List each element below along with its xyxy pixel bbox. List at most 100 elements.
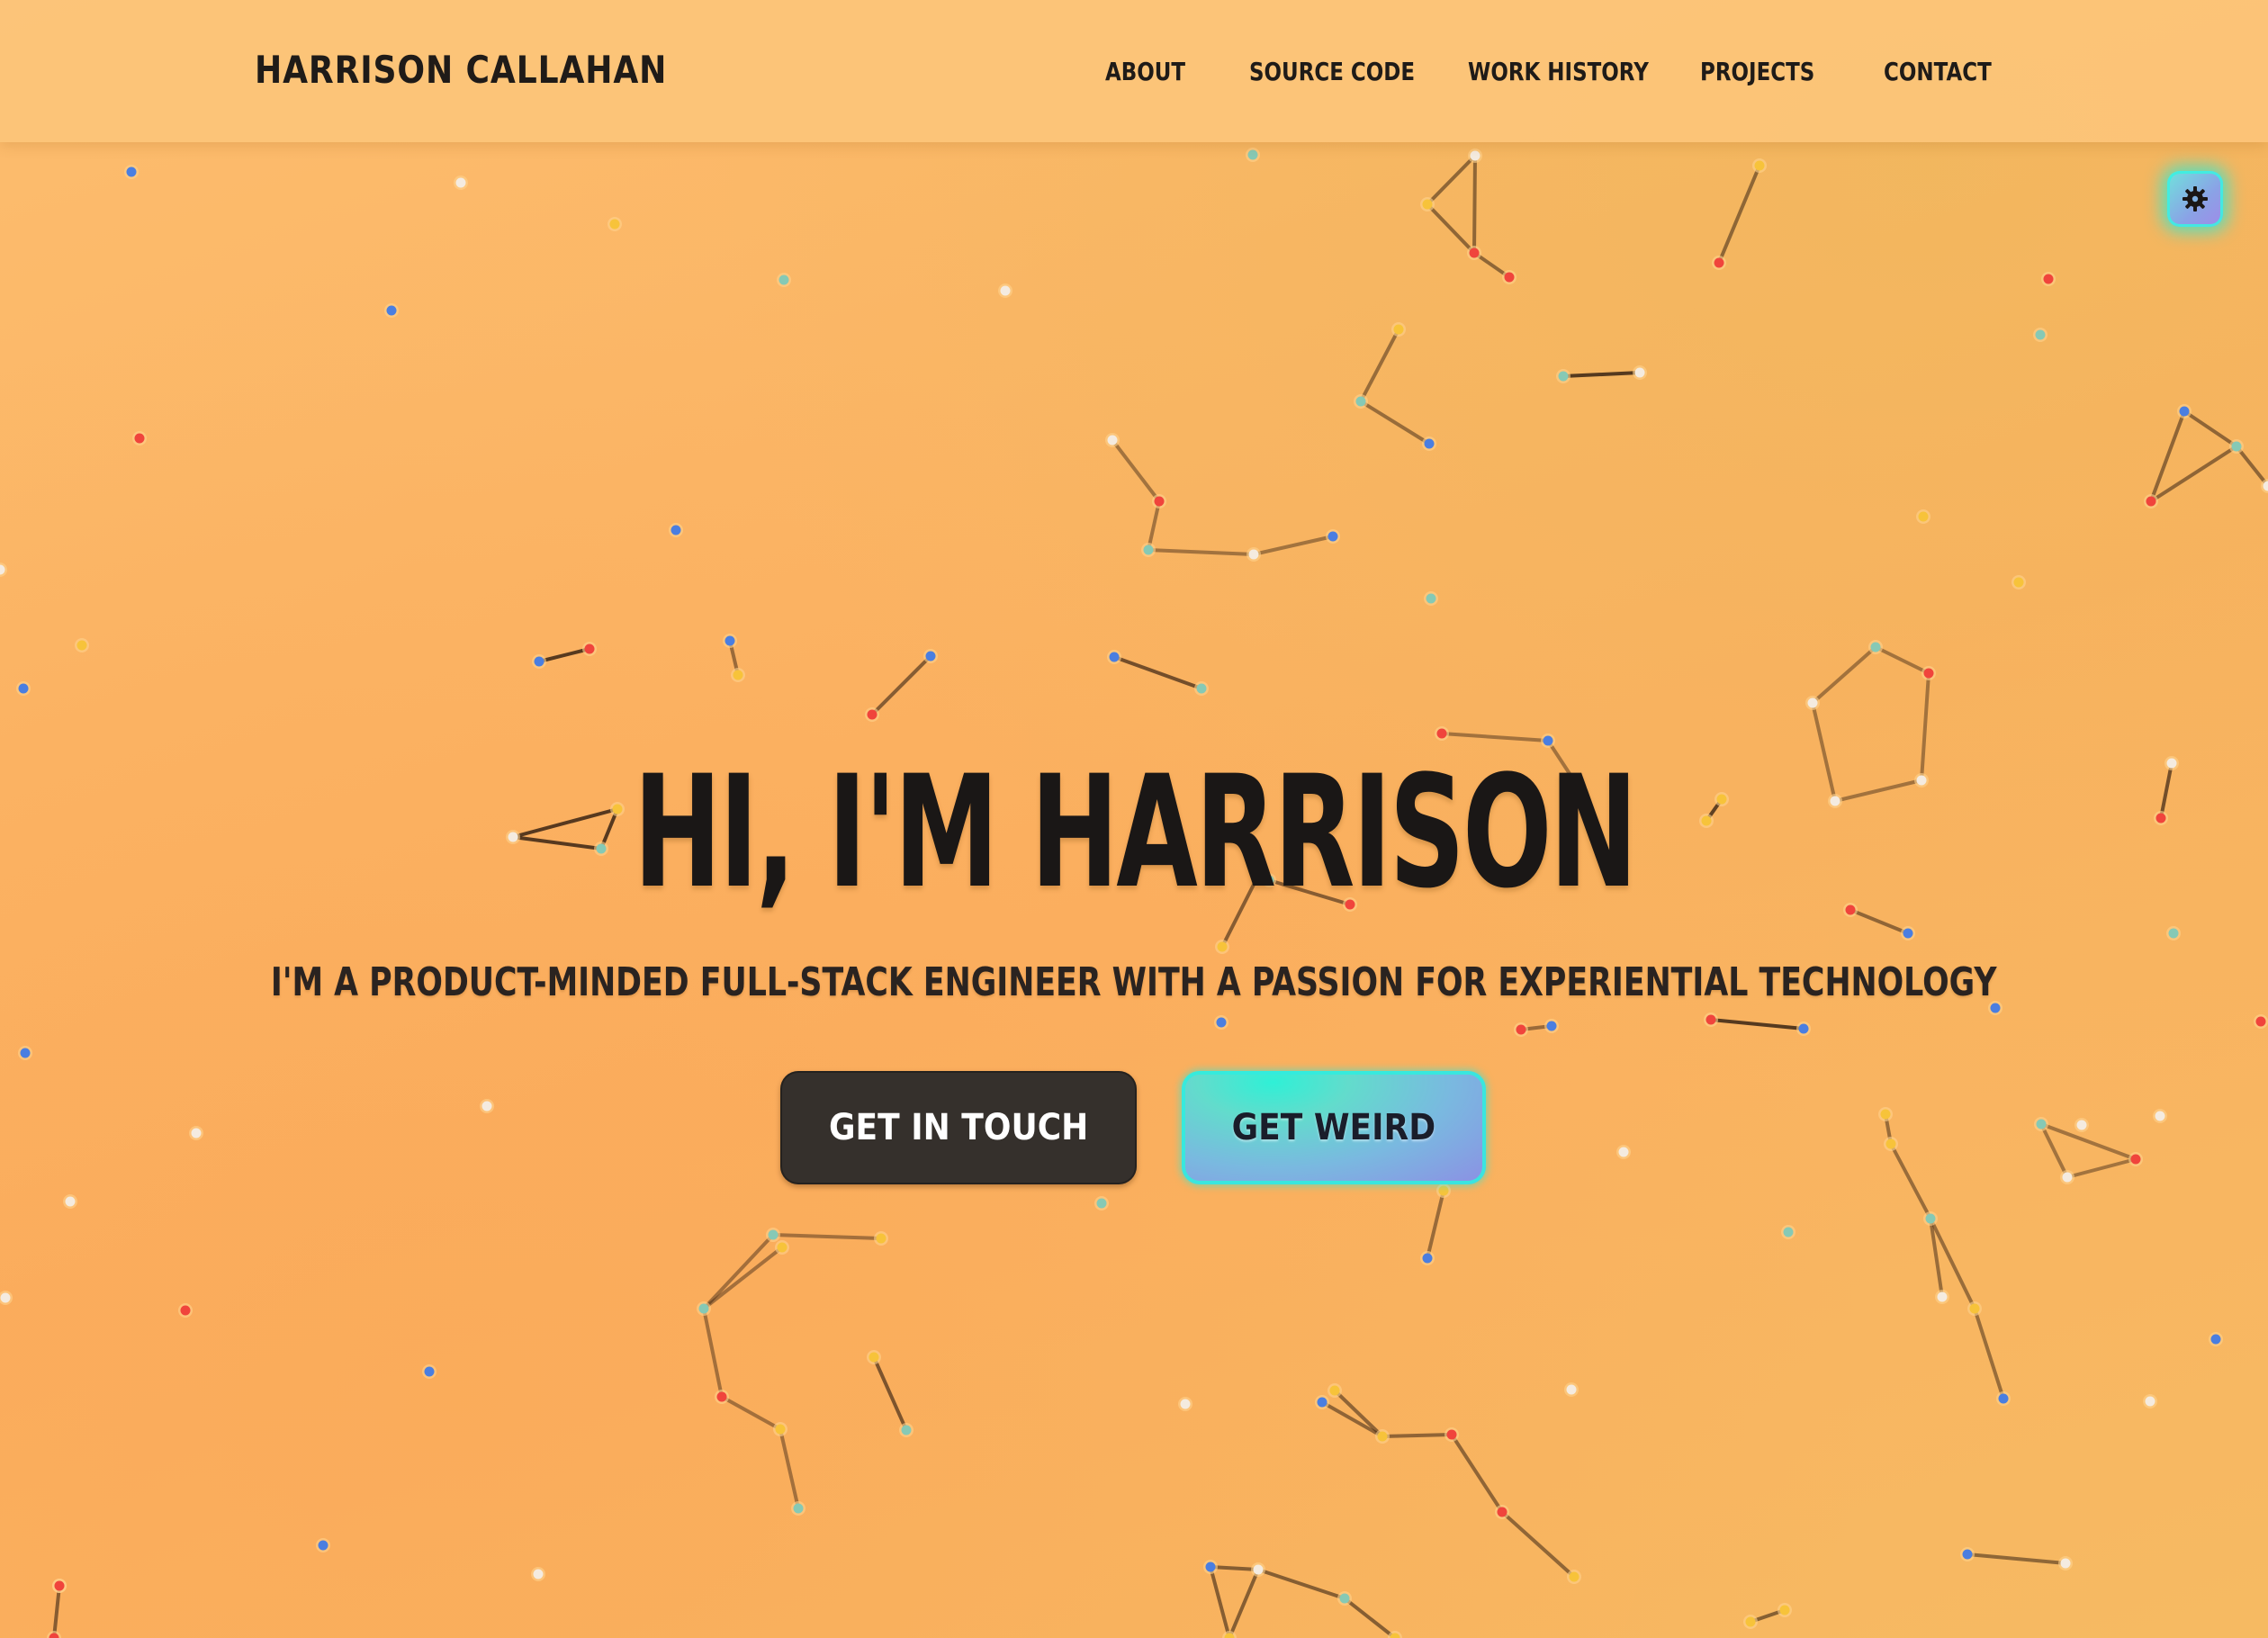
constellation-line [1111,438,1161,503]
constellation-star [698,1303,709,1314]
constellation-star [1180,1399,1191,1409]
constellation-star [1446,1429,1457,1440]
main-nav: ABOUT SOURCE CODE WORK HISTORY PROJECTS … [0,0,2268,142]
constellation-line [2149,445,2238,503]
constellation-star [1096,1198,1107,1209]
constellation-star [534,656,544,667]
constellation-star [1918,511,1929,522]
constellation-line [1252,535,1335,556]
constellation-star [1546,1021,1557,1031]
constellation-star [2130,1154,2141,1165]
constellation-star [2155,1111,2165,1121]
constellation-line [702,1233,775,1310]
constellation-star [777,1242,788,1253]
nav-projects[interactable]: PROJECTS [1700,54,1814,90]
constellation-star [1253,1564,1264,1575]
constellation-star [1754,160,1765,171]
hero-subtitle: I'M A PRODUCT-MINDED FULL-STACK ENGINEER… [271,959,1997,1005]
constellation-line [1889,1142,1932,1220]
nav-contact[interactable]: CONTACT [1884,54,1992,90]
constellation-line [2149,410,2186,503]
nav-work-history[interactable]: WORK HISTORY [1468,54,1649,90]
constellation-star [2036,1119,2047,1130]
constellation-line [1709,1018,1805,1030]
constellation-star [126,166,137,177]
constellation-star [1923,668,1934,679]
constellation-line [1426,154,1477,206]
constellation-star [2076,1120,2087,1130]
constellation-line [1426,1189,1445,1260]
constellation-star [1154,496,1165,507]
constellation-star [868,1352,879,1363]
constellation-star [1426,593,1436,604]
constellation-star [793,1503,804,1514]
constellation-star [1745,1616,1756,1627]
constellation-star [2060,1558,2071,1569]
constellation-star [1109,652,1120,662]
constellation-star [1436,728,1447,739]
constellation-star [901,1425,912,1436]
constellation-line [1359,328,1400,403]
nav-source-code[interactable]: SOURCE CODE [1249,54,1415,90]
constellation-star [1998,1393,2009,1404]
constellation-star [1248,549,1259,560]
constellation-star [455,177,466,188]
constellation-star [1355,396,1366,407]
constellation-line [778,1427,800,1510]
gear-icon [2182,186,2208,212]
constellation-star [1143,544,1154,555]
constellation-star [134,433,145,444]
constellation-star [1969,1303,1980,1314]
constellation-star [0,1292,11,1303]
constellation-star [1438,1185,1449,1196]
constellation-star [2210,1334,2221,1345]
constellation-line [1359,400,1431,446]
constellation-star [1925,1213,1936,1224]
get-in-touch-button[interactable]: GET IN TOUCH [780,1071,1137,1184]
constellation-line [1440,732,1550,742]
constellation-line [1717,164,1761,265]
constellation-star [724,635,735,646]
constellation-line [537,647,591,663]
constellation-star [76,640,87,651]
constellation-star [925,651,936,662]
constellation-star [2145,1396,2156,1407]
constellation-star [1516,1024,1526,1035]
constellation-star [18,683,29,694]
constellation-star [2146,496,2156,507]
constellation-star [54,1580,65,1591]
constellation-line [1562,371,1642,378]
constellation-star [1205,1562,1216,1572]
constellation-star [1107,435,1118,446]
constellation-star [2255,1016,2266,1027]
constellation-line [1209,1565,1231,1638]
constellation-line [1147,548,1256,556]
theme-toggle-button[interactable] [2167,171,2223,227]
constellation-line [1966,1552,2067,1565]
constellation-star [1903,928,1913,939]
constellation-star [2179,406,2190,417]
constellation-line [702,1246,784,1310]
constellation-star [1247,149,1258,160]
constellation-line [1256,1568,1346,1600]
constellation-star [775,1424,786,1435]
constellation-star [20,1048,31,1058]
constellation-star [1216,1017,1227,1028]
constellation-star [1377,1431,1388,1442]
constellation-star [1339,1593,1350,1604]
constellation-star [1000,285,1011,296]
constellation-star [778,274,789,285]
constellation-star [386,305,397,316]
get-weird-button[interactable]: GET WEIRD [1182,1071,1486,1184]
constellation-star [1714,257,1724,268]
constellation-line [1228,1568,1260,1638]
constellation-star [424,1366,435,1377]
constellation-line [2182,410,2238,448]
constellation-star [482,1101,492,1112]
constellation-star [1783,1227,1794,1238]
constellation-star [670,525,681,536]
constellation-line [1343,1597,1397,1638]
nav-about[interactable]: ABOUT [1105,54,1185,90]
constellation-star [180,1305,191,1316]
constellation-star [1807,698,1818,708]
